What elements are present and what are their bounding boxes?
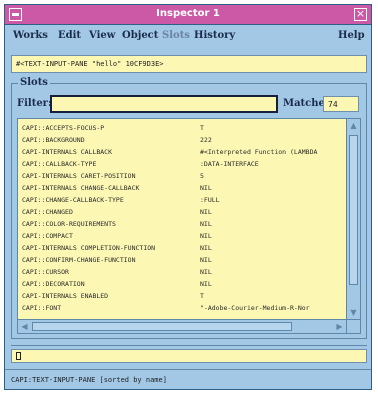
slot-value: NIL [200,280,212,288]
slot-value: :DATA-INTERFACE [200,160,259,168]
slot-row[interactable]: CAPI-INTERNALS CALLBACK #<Interpreted Fun… [22,148,346,159]
slot-row[interactable]: CAPI::CALLBACK-TYPE :DATA-INTERFACE [22,160,346,171]
slots-list[interactable]: CAPI::ACCEPTS-FOCUS-P T CAPI::BACKGROUND 2… [17,118,361,334]
slot-name: CAPI::CHANGED [22,208,73,216]
slot-name: CAPI-INTERNALS CALLBACK [22,148,113,156]
menu-slots[interactable]: Slots [162,30,190,41]
vertical-scroll-thumb[interactable] [349,135,358,285]
slot-value: NIL [200,244,212,252]
horizontal-scrollbar[interactable]: ◀ ▶ [18,319,346,333]
slot-row[interactable]: CAPI::CONFIRM-CHANGE-FUNCTION NIL [22,256,346,267]
slot-row[interactable]: CAPI-INTERNALS ENABLED T [22,292,346,303]
slot-row[interactable]: CAPI::COLOR-REQUIREMENTS NIL [22,220,346,231]
slot-row[interactable]: CAPI::FONT "-Adobe-Courier-Medium-R-Nor [22,304,346,315]
title-bar[interactable]: Inspector 1 × [5,5,371,25]
slot-row[interactable]: CAPI::ACCEPTS-FOCUS-P T [22,124,346,135]
matches-count: 74 [323,96,359,112]
slot-row[interactable]: CAPI::DECORATION NIL [22,280,346,291]
slot-value: NIL [200,220,212,228]
slot-value: 222 [200,136,212,144]
scroll-down-icon[interactable]: ▼ [348,307,359,318]
inspected-object-field: #<TEXT-INPUT-PANE "hello" 10CF9D3E> [11,55,367,73]
filter-input[interactable] [50,95,278,113]
slot-row[interactable]: CAPI-INTERNALS CHANGE-CALLBACK NIL [22,184,346,195]
inspector-window: Inspector 1 × Works Edit View Object Slo… [4,4,372,390]
slot-name: CAPI-INTERNALS CHANGE-CALLBACK [22,184,140,192]
menu-bar: Works Edit View Object Slots History Hel… [5,27,371,47]
slot-name: CAPI::ACCEPTS-FOCUS-P [22,124,105,132]
slot-value: NIL [200,232,212,240]
slot-name: CAPI::FONT [22,304,62,312]
slot-name: CAPI::COLOR-REQUIREMENTS [22,220,116,228]
menu-edit[interactable]: Edit [58,30,81,41]
slot-name: CAPI::CONFIRM-CHANGE-FUNCTION [22,256,136,264]
menu-history[interactable]: History [194,30,235,41]
slot-value: NIL [200,256,212,264]
slot-row[interactable]: CAPI-INTERNALS COMPLETION-FUNCTION NIL [22,244,346,255]
slot-value: 5 [200,172,204,180]
slot-value: NIL [200,268,212,276]
status-bar: CAPI:TEXT-INPUT-PANE [sorted by name] [5,369,371,389]
filter-label: Filter: [17,98,52,109]
scroll-up-icon[interactable]: ▲ [348,120,359,131]
slot-row[interactable]: CAPI::CHANGED NIL [22,208,346,219]
slot-row[interactable]: CAPI::COMPACT NIL [22,232,346,243]
slot-row[interactable]: CAPI-INTERNALS CARET-POSITION 5 [22,172,346,183]
separator [11,345,367,346]
slots-legend: Slots [18,77,50,88]
slot-name: CAPI-INTERNALS ENABLED [22,292,109,300]
command-input[interactable] [11,349,367,363]
slot-name: CAPI::DECORATION [22,280,85,288]
slot-name: CAPI::COMPACT [22,232,73,240]
close-button[interactable]: × [354,7,367,21]
slot-value: T [200,124,204,132]
slot-name: CAPI::CURSOR [22,268,69,276]
menu-help[interactable]: Help [338,30,365,41]
slot-name: CAPI::CHANGE-CALLBACK-TYPE [22,196,124,204]
slot-name: CAPI::CALLBACK-TYPE [22,160,97,168]
close-icon: × [355,7,366,20]
scrollbar-corner [346,319,360,333]
slot-value: "-Adobe-Courier-Medium-R-Nor [200,304,310,312]
window-title: Inspector 1 [156,8,220,19]
slot-row[interactable]: CAPI::BACKGROUND 222 [22,136,346,147]
horizontal-scroll-thumb[interactable] [32,322,292,331]
slot-name: CAPI-INTERNALS COMPLETION-FUNCTION [22,244,156,252]
slots-group: Slots Filter: Matches: 74 CAPI::ACCEPTS-… [11,77,367,339]
slot-name: CAPI-INTERNALS CARET-POSITION [22,172,136,180]
slot-row[interactable]: CAPI::CHANGE-CALLBACK-TYPE :FULL [22,196,346,207]
slot-value: NIL [200,208,212,216]
slots-list-rows: CAPI::ACCEPTS-FOCUS-P T CAPI::BACKGROUND 2… [18,119,346,319]
slot-value: :FULL [200,196,220,204]
slot-value: T [200,292,204,300]
slot-value: #<Interpreted Function (LAMBDA [200,148,318,156]
scroll-right-icon[interactable]: ▶ [334,321,345,332]
slot-row[interactable]: CAPI::CURSOR NIL [22,268,346,279]
text-cursor-icon [16,352,21,360]
menu-works[interactable]: Works [13,30,48,41]
slot-value: NIL [200,184,212,192]
menu-object[interactable]: Object [122,30,158,41]
scroll-left-icon[interactable]: ◀ [19,321,30,332]
vertical-scrollbar[interactable]: ▲ ▼ [346,119,360,319]
menu-view[interactable]: View [89,30,115,41]
slot-name: CAPI::BACKGROUND [22,136,85,144]
